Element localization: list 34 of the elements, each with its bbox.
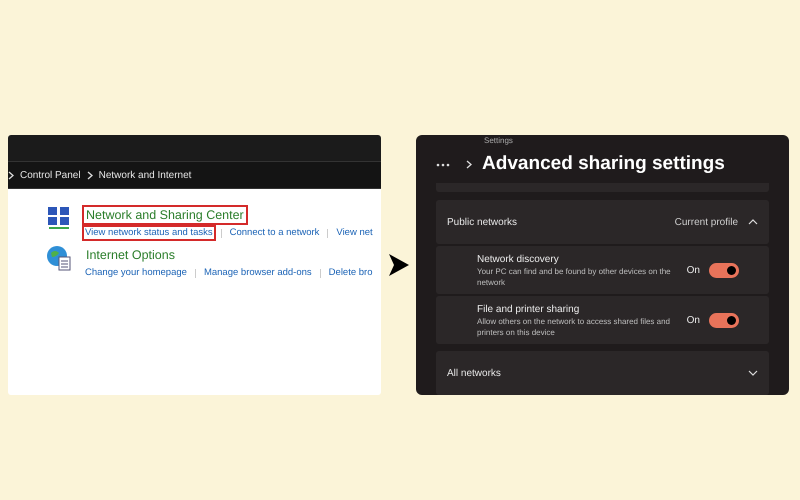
toggle-state-label: On [686, 264, 700, 278]
more-icon[interactable] [436, 162, 450, 166]
task-link[interactable]: View network status and tasks [82, 225, 216, 241]
breadcrumb-item[interactable]: Control Panel [20, 168, 81, 182]
setting-description: Your PC can find and be found by other devices on the network [477, 266, 672, 288]
chevron-icon [86, 170, 93, 180]
task-link[interactable]: View net [333, 225, 376, 241]
category-link[interactable]: Network and Sharing Center [82, 205, 248, 225]
globe-icon [46, 245, 72, 271]
section-header[interactable]: Public networks Current profile [436, 200, 769, 244]
setting-title: File and printer sharing [477, 302, 580, 316]
arrow-icon [388, 254, 408, 276]
caret-up-icon[interactable] [748, 219, 758, 225]
toggle-state-label: On [686, 314, 700, 328]
caret-down-icon[interactable] [748, 370, 758, 376]
app-title: Settings [484, 136, 513, 146]
toggle-switch[interactable] [709, 312, 739, 328]
section-title: All networks [447, 366, 502, 380]
setting-title: Network discovery [477, 252, 560, 266]
toggle-switch[interactable] [709, 262, 739, 278]
task-link[interactable]: Change your homepage [82, 265, 190, 281]
setting-description: Allow others on the network to access shared files and printers on this device [477, 316, 671, 338]
category-link[interactable]: Internet Options [82, 245, 179, 265]
task-link[interactable]: Connect to a network [226, 225, 322, 241]
chevron-icon [8, 170, 14, 180]
breadcrumb-item[interactable]: Network and Internet [98, 168, 192, 182]
profile-label: Current profile [674, 216, 738, 230]
section-title: Public networks [447, 216, 518, 230]
task-link[interactable]: Delete bro [326, 265, 376, 281]
network-icon [46, 205, 72, 231]
chevron-icon [466, 160, 472, 169]
task-link[interactable]: Manage browser add-ons [200, 265, 315, 281]
section-header[interactable]: All networks [436, 351, 769, 395]
page-title: Advanced sharing settings [482, 152, 725, 176]
